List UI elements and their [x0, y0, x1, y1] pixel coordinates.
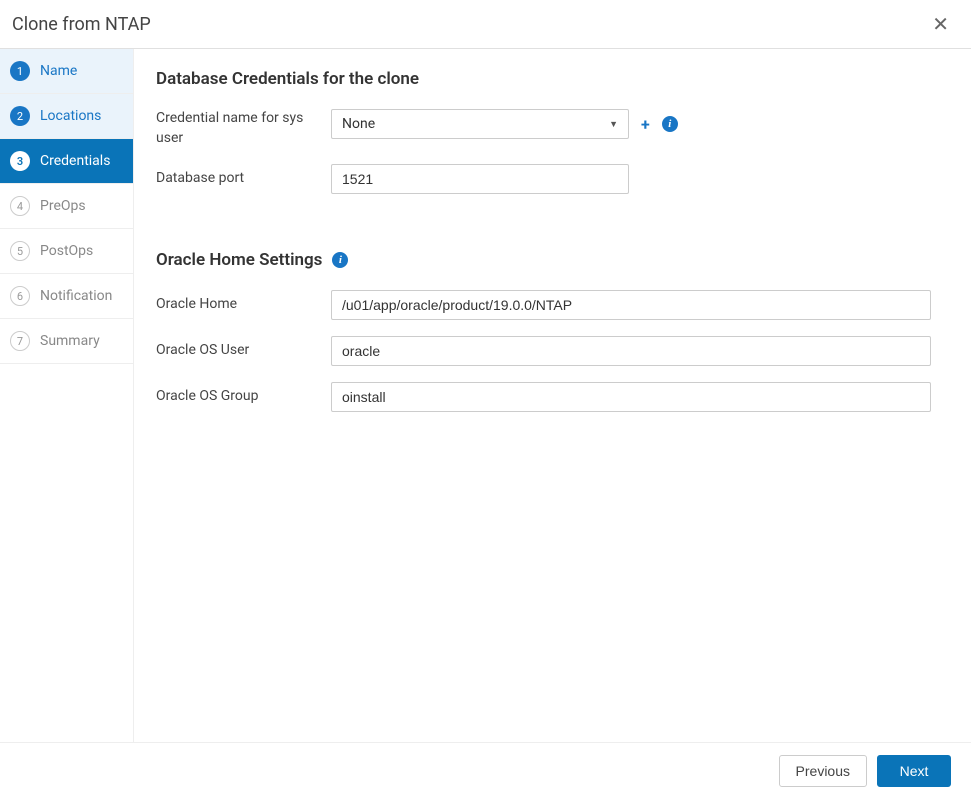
oracle-home-input[interactable] — [331, 290, 931, 320]
step-label: Name — [40, 63, 77, 79]
step-number: 3 — [10, 151, 30, 171]
oracle-home-label: Oracle Home — [156, 295, 331, 315]
step-number: 1 — [10, 61, 30, 81]
credential-name-select[interactable]: None ▼ — [331, 109, 629, 139]
credential-name-value: None — [342, 116, 375, 132]
step-number: 7 — [10, 331, 30, 351]
dialog-title: Clone from NTAP — [12, 14, 151, 35]
oracle-os-group-input[interactable] — [331, 382, 931, 412]
close-icon[interactable]: ✕ — [928, 10, 953, 38]
info-icon[interactable]: i — [332, 252, 348, 268]
database-port-input[interactable] — [331, 164, 629, 194]
sidebar-step-locations[interactable]: 2 Locations — [0, 94, 133, 139]
content-area: Database Credentials for the clone Crede… — [134, 49, 971, 742]
oracle-os-group-label: Oracle OS Group — [156, 387, 331, 407]
step-label: Summary — [40, 333, 100, 349]
wizard-sidebar: 1 Name 2 Locations 3 Credentials 4 PreOp… — [0, 49, 134, 742]
oracle-os-user-label: Oracle OS User — [156, 341, 331, 361]
oracle-os-user-input[interactable] — [331, 336, 931, 366]
database-port-label: Database port — [156, 169, 331, 189]
sidebar-step-notification[interactable]: 6 Notification — [0, 274, 133, 319]
sidebar-step-credentials[interactable]: 3 Credentials — [0, 139, 133, 184]
sidebar-step-name[interactable]: 1 Name — [0, 49, 133, 94]
previous-button[interactable]: Previous — [779, 755, 867, 787]
sidebar-step-postops[interactable]: 5 PostOps — [0, 229, 133, 274]
info-icon[interactable]: i — [662, 116, 678, 132]
credential-name-label: Credential name for sys user — [156, 109, 331, 148]
sidebar-step-preops[interactable]: 4 PreOps — [0, 184, 133, 229]
step-label: Credentials — [40, 153, 110, 169]
step-label: PreOps — [40, 198, 86, 214]
step-number: 5 — [10, 241, 30, 261]
sidebar-step-summary[interactable]: 7 Summary — [0, 319, 133, 364]
credentials-section-title: Database Credentials for the clone — [156, 69, 939, 89]
next-button[interactable]: Next — [877, 755, 951, 787]
step-number: 4 — [10, 196, 30, 216]
oracle-section-title: Oracle Home Settings — [156, 250, 322, 270]
step-label: PostOps — [40, 243, 93, 259]
step-number: 6 — [10, 286, 30, 306]
step-label: Notification — [40, 288, 112, 304]
add-credential-icon[interactable]: + — [641, 115, 650, 134]
step-number: 2 — [10, 106, 30, 126]
step-label: Locations — [40, 108, 101, 124]
caret-down-icon: ▼ — [609, 119, 618, 130]
